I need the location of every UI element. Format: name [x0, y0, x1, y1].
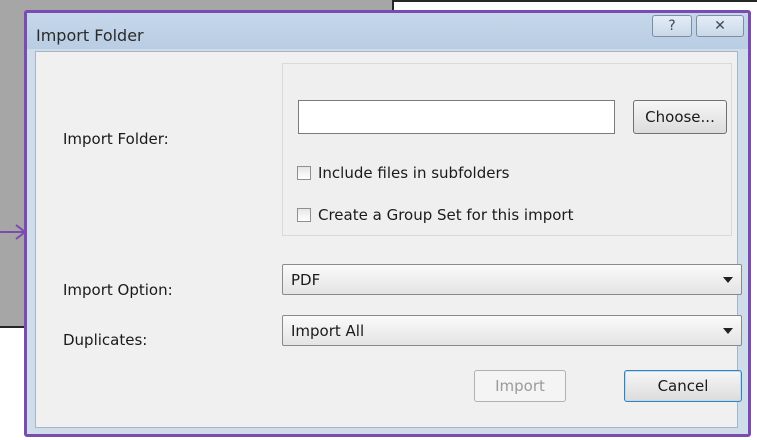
duplicates-select[interactable]: Import All: [282, 315, 742, 346]
cancel-button[interactable]: Cancel: [624, 370, 742, 402]
import-folder-dialog: Import Folder ? ✕ Import Folder: Choose.…: [24, 10, 751, 437]
folder-path-input[interactable]: [298, 100, 615, 134]
import-option-select[interactable]: PDF: [282, 264, 742, 295]
import-option-label: Import Option:: [63, 281, 173, 299]
include-subfolders-label: Include files in subfolders: [318, 164, 510, 182]
group-set-checkbox[interactable]: [297, 208, 311, 222]
duplicates-value: Import All: [291, 322, 365, 340]
choose-button-label: Choose...: [645, 108, 715, 126]
window-title: Import Folder: [36, 26, 144, 45]
cancel-button-label: Cancel: [657, 377, 709, 395]
close-button[interactable]: ✕: [696, 15, 744, 37]
title-bar[interactable]: Import Folder ? ✕: [27, 13, 748, 49]
help-button[interactable]: ?: [652, 15, 692, 37]
import-button-label: Import: [495, 377, 545, 395]
include-subfolders-checkbox[interactable]: [297, 166, 311, 180]
dropdown-arrow-icon: [723, 277, 733, 283]
group-set-option[interactable]: Create a Group Set for this import: [297, 206, 573, 224]
dropdown-arrow-icon: [723, 328, 733, 334]
group-set-label: Create a Group Set for this import: [318, 206, 574, 224]
include-subfolders-option[interactable]: Include files in subfolders: [297, 164, 509, 182]
choose-button[interactable]: Choose...: [633, 100, 727, 134]
dialog-body: Import Folder: Choose... Include files i…: [35, 51, 742, 428]
duplicates-label: Duplicates:: [63, 331, 148, 349]
close-icon: ✕: [714, 18, 726, 34]
import-folder-label: Import Folder:: [63, 130, 169, 148]
help-icon: ?: [668, 18, 676, 34]
import-option-value: PDF: [291, 271, 321, 289]
import-button[interactable]: Import: [474, 370, 566, 402]
